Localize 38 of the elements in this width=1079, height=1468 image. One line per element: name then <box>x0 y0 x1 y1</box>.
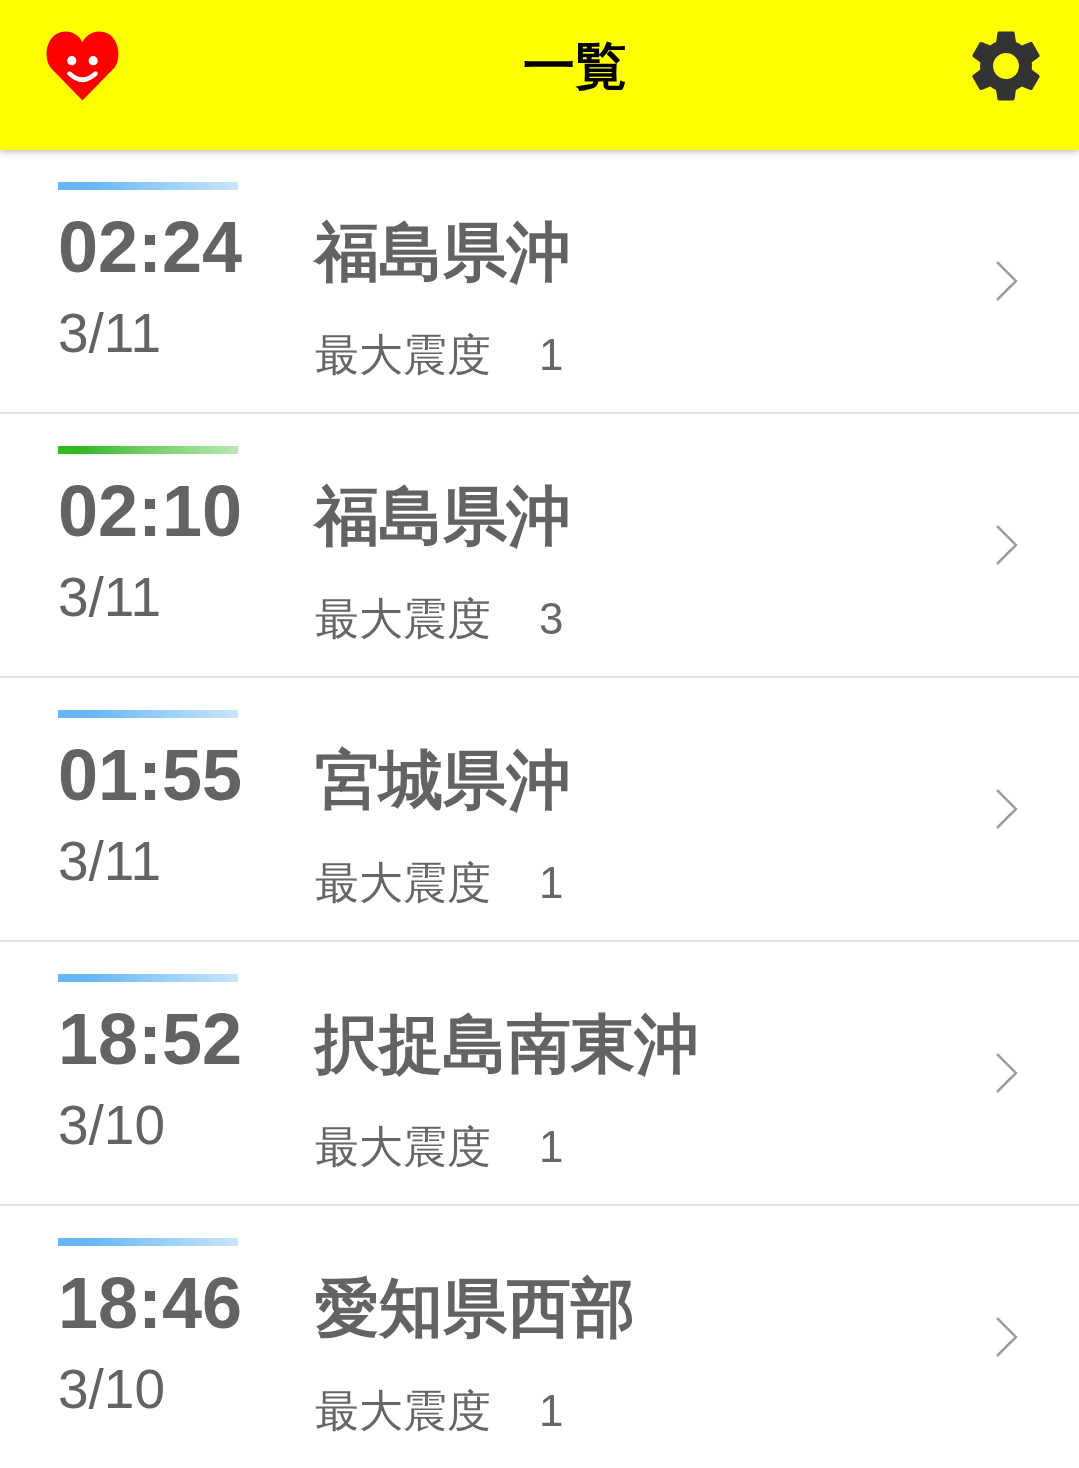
chevron-right-icon <box>995 1052 1019 1094</box>
intensity-value: 1 <box>539 1122 564 1172</box>
epicenter-name: 福島県沖 <box>315 482 571 550</box>
chevron-right-icon <box>995 260 1019 302</box>
epicenter-name: 愛知県西部 <box>315 1274 635 1342</box>
chevron-right-icon <box>995 788 1019 830</box>
list-item[interactable]: 02:10 3/11 福島県沖 最大震度 3 <box>0 414 1079 678</box>
event-date: 3/10 <box>58 1361 166 1417</box>
intensity-label: 最大震度 <box>315 330 491 380</box>
settings-icon[interactable] <box>972 30 1040 102</box>
list-item[interactable]: 01:55 3/11 宮城県沖 最大震度 1 <box>0 678 1079 942</box>
event-time: 01:55 <box>58 739 243 811</box>
screen-title: 一覧 <box>523 34 627 98</box>
event-date: 3/11 <box>58 305 161 361</box>
intensity-label: 最大震度 <box>315 1122 491 1172</box>
intensity-label: 最大震度 <box>315 858 491 908</box>
event-time: 02:24 <box>58 211 243 283</box>
event-date: 3/10 <box>58 1097 166 1153</box>
intensity-label: 最大震度 <box>315 594 491 644</box>
chevron-right-icon <box>995 1316 1019 1358</box>
event-date: 3/11 <box>58 569 161 625</box>
list-item[interactable]: 18:52 3/10 択捉島南東沖 最大震度 1 <box>0 942 1079 1206</box>
event-time: 18:46 <box>58 1267 243 1339</box>
event-time: 02:10 <box>58 475 243 547</box>
epicenter-name: 宮城県沖 <box>315 746 571 814</box>
chevron-right-icon <box>995 524 1019 566</box>
list-item[interactable]: 02:24 3/11 福島県沖 最大震度 1 <box>0 150 1079 414</box>
intensity-value: 1 <box>539 330 564 380</box>
epicenter-name: 択捉島南東沖 <box>315 1010 699 1078</box>
intensity-value: 3 <box>539 594 564 644</box>
intensity-label: 最大震度 <box>315 1386 491 1436</box>
intensity-value: 1 <box>539 858 564 908</box>
epicenter-name: 福島県沖 <box>315 218 571 286</box>
event-date: 3/11 <box>58 833 161 889</box>
list-item[interactable]: 18:46 3/10 愛知県西部 最大震度 1 <box>0 1206 1079 1468</box>
smiling-heart-icon[interactable] <box>45 30 120 102</box>
intensity-value: 1 <box>539 1386 564 1436</box>
event-time: 18:52 <box>58 1003 243 1075</box>
